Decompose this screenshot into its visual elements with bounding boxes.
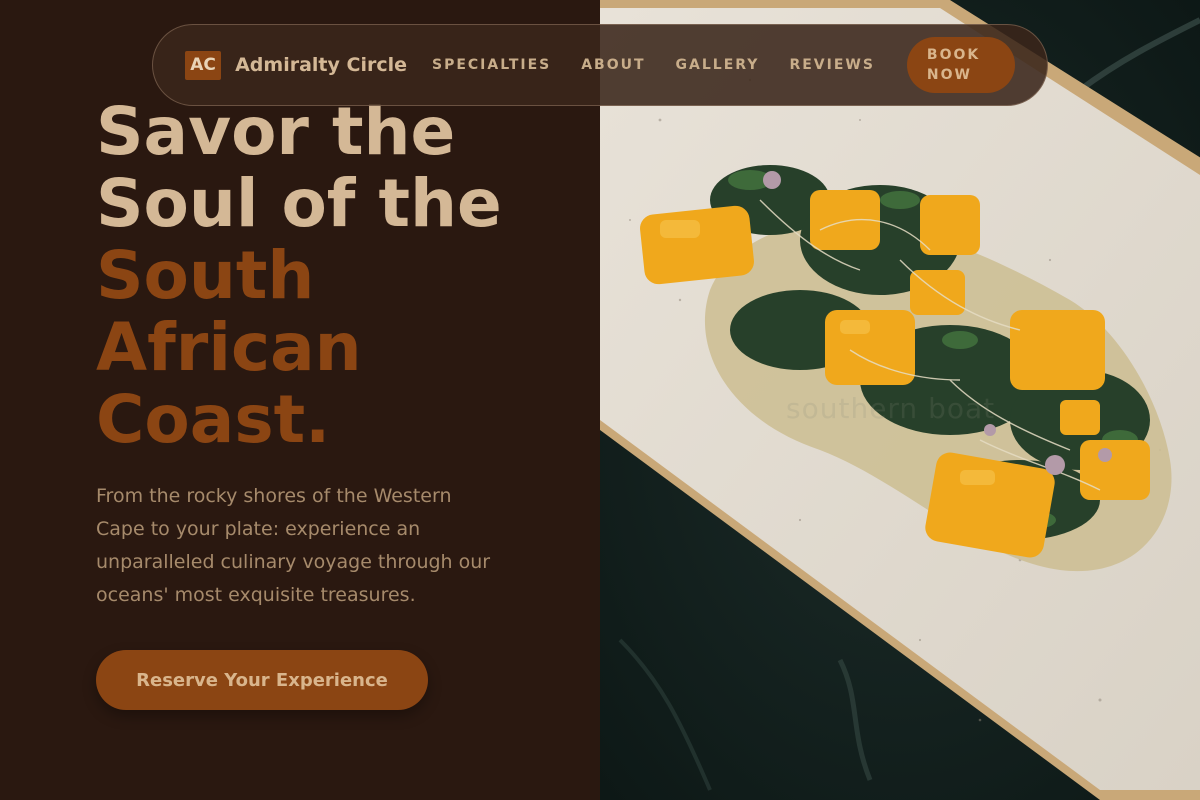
nav-links: SPECIALTIES ABOUT GALLERY REVIEWS [432, 57, 905, 73]
hero-title: Savor the Soul of the South African Coas… [96, 96, 576, 456]
nav-link-reviews[interactable]: REVIEWS [789, 57, 874, 73]
photo-watermark: southern boat [786, 392, 996, 425]
brand-name[interactable]: Admiralty Circle [235, 54, 407, 76]
book-now-line1: BOOK [926, 47, 981, 63]
hero-title-main: Savor the Soul of the [96, 93, 502, 242]
hero-title-accent: South African Coast. [96, 237, 362, 458]
main-nav: AC Admiralty Circle SPECIALTIES ABOUT GA… [152, 24, 1048, 106]
hero-image-panel: southern boat [600, 0, 1200, 800]
nav-link-specialties[interactable]: SPECIALTIES [432, 57, 551, 73]
logo-badge[interactable]: AC [185, 50, 222, 80]
hero-description: From the rocky shores of the Western Cap… [96, 485, 491, 606]
nav-link-about[interactable]: ABOUT [581, 57, 645, 73]
book-now-button[interactable]: BOOK NOW [906, 37, 1015, 93]
nav-link-gallery[interactable]: GALLERY [676, 57, 760, 73]
book-now-line2: NOW [926, 67, 972, 83]
reserve-experience-button[interactable]: Reserve Your Experience [96, 650, 428, 710]
